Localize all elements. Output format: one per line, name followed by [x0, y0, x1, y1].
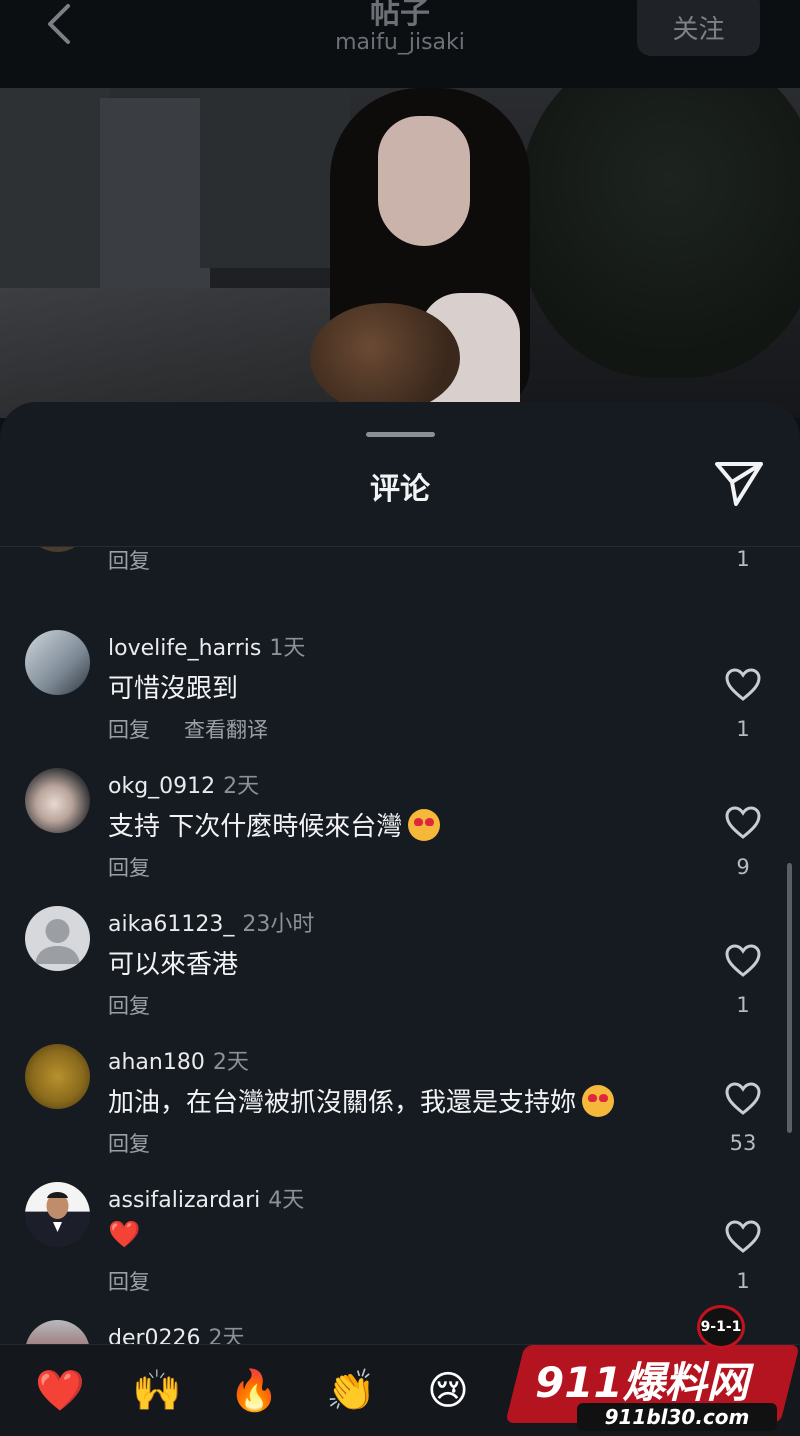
reaction-fire-icon[interactable]: 🔥	[226, 1363, 282, 1419]
comments-sheet: 评论 ❤❤❤❤❤ 回复 1 lovelife_harris 1天 可惜沒跟到 回复…	[0, 402, 800, 1436]
reaction-heart-icon[interactable]: ❤️	[32, 1363, 88, 1419]
avatar[interactable]	[25, 630, 90, 695]
comment-text: 加油，在台灣被抓沒關係，我還是支持妳	[108, 1088, 577, 1118]
share-send-icon[interactable]	[712, 458, 766, 508]
like-count: 1	[736, 547, 750, 571]
comment-time: 4天	[268, 1188, 305, 1213]
comment-text: 可以來香港	[108, 950, 239, 980]
comment-actions: 回复	[108, 1266, 150, 1296]
like-count: 1	[736, 717, 750, 741]
like-count: 9	[736, 855, 750, 879]
reply-button[interactable]: 回复	[108, 856, 150, 880]
avatar[interactable]	[25, 1044, 90, 1109]
comment-item: aika61123_ 23小时 可以來香港 回复 1	[0, 906, 800, 1044]
watermark-logo: 9-1-1 911爆料网 911bl30.com	[505, 1305, 800, 1433]
reply-button[interactable]: 回复	[108, 1270, 150, 1294]
like-heart-icon[interactable]	[724, 1082, 762, 1116]
avatar-default[interactable]	[25, 906, 90, 971]
comment-time: 23小时	[242, 912, 315, 937]
comment-actions: 回复	[108, 547, 150, 575]
watermark-main-text: 911爆料网	[535, 1358, 749, 1407]
like-heart-icon[interactable]	[724, 1220, 762, 1254]
like-heart-icon[interactable]	[724, 668, 762, 702]
avatar[interactable]	[25, 547, 90, 552]
like-count: 1	[736, 1269, 750, 1293]
comment-item: ❤❤❤❤❤ 回复 1	[0, 547, 800, 625]
avatar-portrait	[46, 1192, 69, 1232]
reply-button[interactable]: 回复	[108, 1132, 150, 1156]
comment-actions: 回复 查看翻译	[108, 714, 268, 744]
scrollbar[interactable]	[787, 863, 792, 1133]
comment-actions: 回复	[108, 852, 150, 882]
comment-username[interactable]: okg_0912	[108, 774, 215, 799]
watermark-url: 911bl30.com	[577, 1403, 777, 1431]
like-count: 53	[729, 1131, 757, 1155]
comment-item: lovelife_harris 1天 可惜沒跟到 回复 查看翻译 1	[0, 630, 800, 768]
avatar[interactable]	[25, 1320, 90, 1347]
like-heart-icon[interactable]	[724, 806, 762, 840]
comment-time: 2天	[212, 1050, 249, 1075]
comment-username[interactable]: aika61123_	[108, 912, 234, 937]
comment-actions: 回复	[108, 990, 150, 1020]
see-translation-button[interactable]: 查看翻译	[184, 718, 268, 742]
comment-text: 支持 下次什麼時候來台灣	[108, 812, 403, 842]
avatar[interactable]	[25, 1182, 90, 1247]
comment-username[interactable]: assifalizardari	[108, 1188, 260, 1213]
reaction-raised-hands-icon[interactable]: 🙌	[129, 1363, 185, 1419]
follow-button[interactable]: 关注	[637, 0, 760, 56]
top-bar: 帖子 maifu_jisaki 关注	[0, 0, 800, 88]
comment-text: ❤️	[108, 1220, 141, 1250]
reply-button[interactable]: 回复	[108, 994, 150, 1018]
reply-button[interactable]: 回复	[108, 718, 150, 742]
default-user-icon	[35, 919, 80, 964]
like-heart-icon[interactable]	[724, 944, 762, 978]
comment-item: assifalizardari 4天 ❤️ 回复 1	[0, 1182, 800, 1320]
comment-text: 可惜沒跟到	[108, 674, 239, 704]
comment-time: 1天	[269, 636, 306, 661]
like-count: 1	[736, 993, 750, 1017]
sheet-title: 评论	[370, 472, 430, 507]
reply-button[interactable]: 回复	[108, 549, 150, 573]
avatar[interactable]	[25, 768, 90, 833]
comment-item: ahan180 2天 加油，在台灣被抓沒關係，我還是支持妳 回复 53	[0, 1044, 800, 1182]
reaction-crying-icon[interactable]: 😢	[420, 1363, 476, 1419]
watermark-badge: 9-1-1	[697, 1305, 745, 1349]
comment-username[interactable]: ahan180	[108, 1050, 205, 1075]
comment-item: okg_0912 2天 支持 下次什麼時候來台灣 回复 9	[0, 768, 800, 906]
heart-eyes-emoji-icon	[408, 809, 441, 841]
comment-actions: 回复	[108, 1128, 150, 1158]
post-photo[interactable]	[0, 88, 800, 418]
comment-username[interactable]: lovelife_harris	[108, 636, 261, 661]
comment-time: 2天	[223, 774, 260, 799]
heart-eyes-emoji-icon	[582, 1085, 615, 1117]
comment-list[interactable]: ❤❤❤❤❤ 回复 1 lovelife_harris1天 可惜沒跟到 回复查看翻…	[0, 547, 800, 1347]
sheet-drag-handle[interactable]	[366, 432, 435, 437]
reaction-clap-icon[interactable]: 👏	[323, 1363, 379, 1419]
